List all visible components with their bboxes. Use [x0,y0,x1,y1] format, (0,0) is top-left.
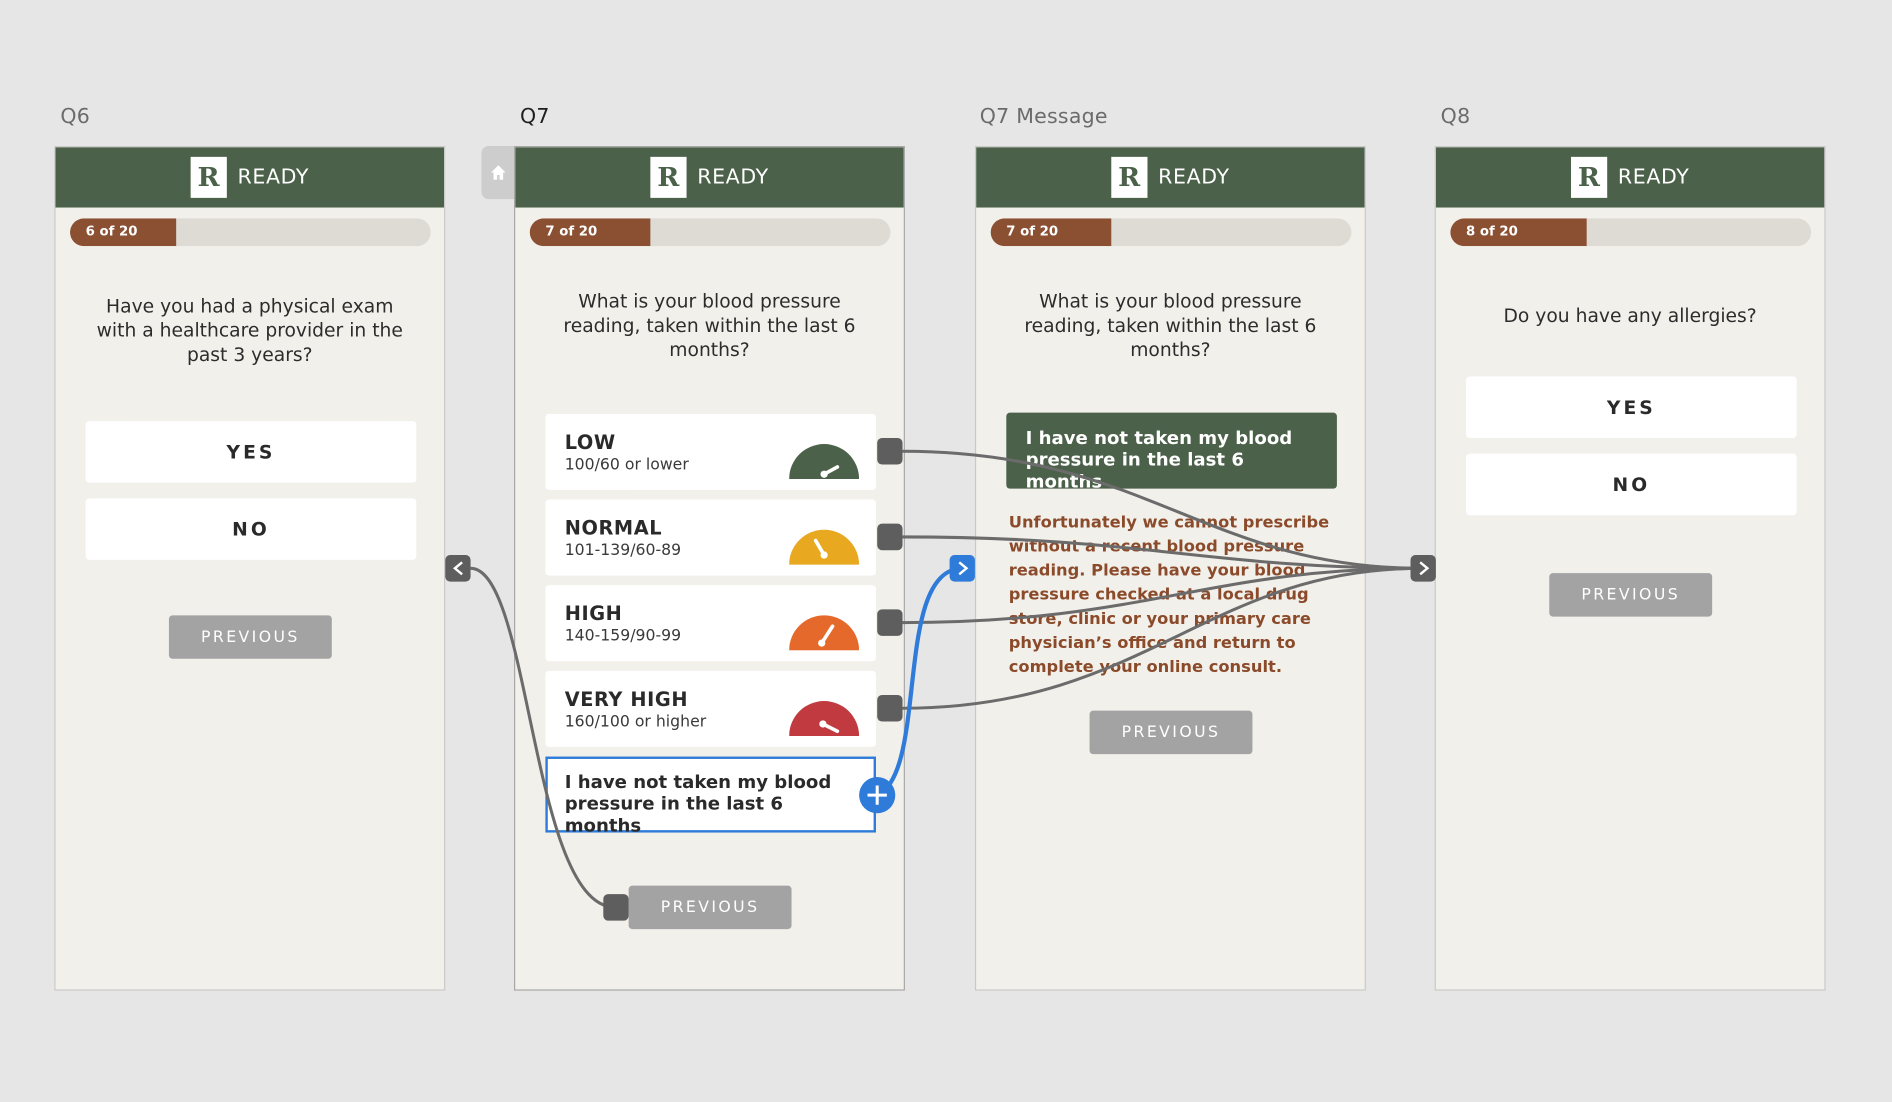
progress-text: 8 of 20 [1466,223,1518,239]
connector-target-chevron-icon[interactable] [949,555,975,582]
option-range: 160/100 or higher [564,713,707,732]
previous-button[interactable]: PREVIOUS [628,885,792,930]
option-title: NORMAL [564,516,663,540]
progress-text: 6 of 20 [85,223,138,239]
artboard-q8[interactable]: R READY 8 of 20 Do you have any allergie… [1434,145,1826,991]
progress-text: 7 of 20 [1006,223,1059,239]
brand-logo-icon: R [1570,156,1608,198]
gauge-very-high-icon [789,701,860,737]
previous-button[interactable]: PREVIOUS [168,615,332,659]
option-very-high[interactable]: VERY HIGH 160/100 or higher [545,670,876,747]
warning-message: Unfortunately we cannot prescribe withou… [1008,512,1330,677]
app-header: R READY [515,147,904,208]
previous-button[interactable]: PREVIOUS [1089,710,1253,755]
option-range: 100/60 or lower [564,456,689,475]
yes-button[interactable]: YES [85,421,417,483]
home-icon[interactable] [481,145,515,200]
chevron-left-icon[interactable] [445,555,471,582]
option-low[interactable]: LOW 100/60 or lower [545,413,876,490]
brand-name: READY [1158,165,1230,190]
option-not-taken[interactable]: I have not taken my blood pressure in th… [545,756,876,836]
app-header: R READY [1435,147,1825,208]
brand-logo-icon: R [1111,156,1148,198]
no-button[interactable]: NO [85,498,417,560]
selected-answer[interactable]: I have not taken my blood pressure in th… [1006,412,1337,492]
option-range: 140-159/90-99 [564,627,682,646]
chevron-right-icon[interactable] [1410,555,1436,582]
progress-bar: 8 of 20 [1450,218,1812,247]
artboard-q6[interactable]: R READY 6 of 20 Have you had a physical … [54,145,446,991]
artboard-q7-message[interactable]: R READY 7 of 20 What is your blood press… [974,145,1366,991]
brand-logo-icon: R [650,156,687,198]
no-button[interactable]: NO [1466,453,1797,516]
option-title: LOW [564,430,616,454]
question-text: Have you had a physical exam with a heal… [96,295,403,366]
artboard-q7[interactable]: R READY 7 of 20 What is your blood press… [514,145,905,991]
brand-name: READY [237,165,310,190]
option-range: 101-139/60-89 [564,541,682,560]
gauge-normal-icon [789,529,860,565]
artboard-label-q8[interactable]: Q8 [1441,105,1471,129]
option-high[interactable]: HIGH 140-159/90-99 [545,585,876,662]
app-header: R READY [976,147,1365,208]
question-text: What is your blood pressure reading, tak… [563,290,856,361]
yes-button[interactable]: YES [1466,376,1797,438]
app-header: R READY [55,147,445,208]
brand-logo-icon: R [190,156,227,198]
progress-text: 7 of 20 [545,223,598,239]
artboard-label-q7[interactable]: Q7 [520,105,550,129]
artboard-label-q7-message[interactable]: Q7 Message [980,105,1108,129]
option-normal[interactable]: NORMAL 101-139/60-89 [545,499,876,576]
brand-name: READY [1617,165,1690,190]
question-text: What is your blood pressure reading, tak… [1024,290,1317,361]
artboard-label-q6[interactable]: Q6 [60,105,90,129]
gauge-low-icon [789,444,860,480]
progress-bar: 7 of 20 [990,218,1352,247]
gauge-high-icon [789,615,860,651]
question-text: Do you have any allergies? [1503,305,1757,327]
brand-name: READY [697,165,769,190]
option-title: VERY HIGH [564,687,689,711]
progress-bar: 7 of 20 [529,218,891,247]
option-title: HIGH [564,602,623,626]
progress-bar: 6 of 20 [69,218,431,247]
previous-button[interactable]: PREVIOUS [1549,573,1713,617]
